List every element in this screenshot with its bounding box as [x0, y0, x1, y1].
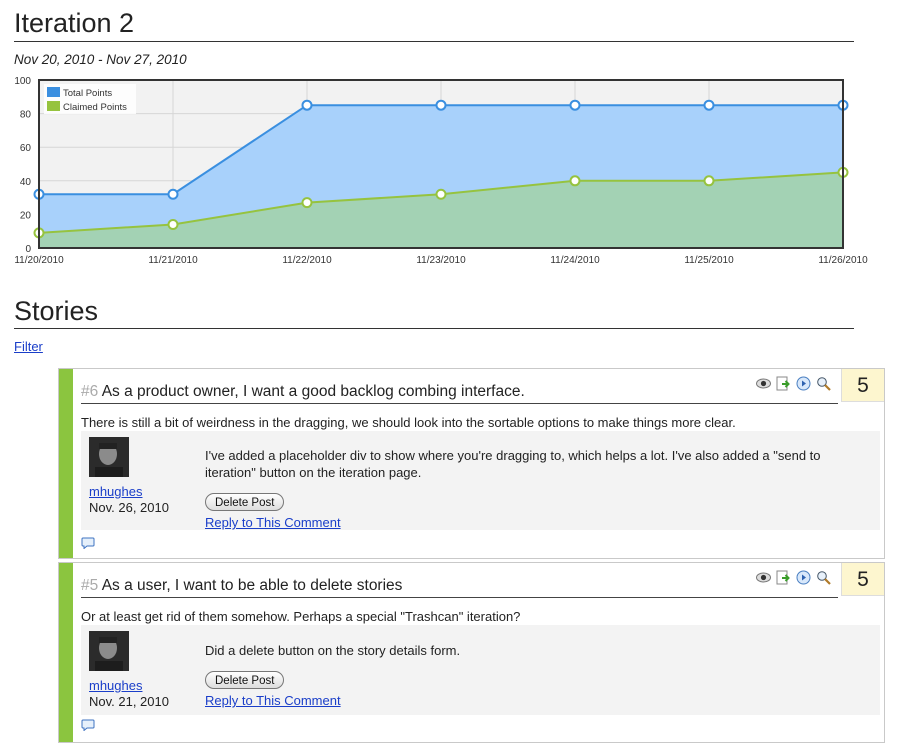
- y-tick-label: 80: [20, 110, 32, 121]
- eye-icon[interactable]: [756, 376, 771, 391]
- data-point: [301, 197, 313, 209]
- data-point: [167, 218, 179, 230]
- data-point: [703, 99, 715, 111]
- iteration-date-range: Nov 20, 2010 - Nov 27, 2010: [14, 52, 187, 67]
- avatar: [89, 437, 129, 477]
- story-title-text: As a user, I want to be able to delete s…: [101, 577, 403, 594]
- story-title-text: As a product owner, I want a good backlo…: [101, 383, 525, 400]
- send-to-iteration-icon[interactable]: [776, 376, 791, 391]
- comment-author[interactable]: mhughes: [89, 484, 142, 499]
- story-actions: [756, 376, 831, 392]
- comment: mhughes Nov. 21, 2010 Did a delete butto…: [81, 625, 880, 715]
- comment-date: Nov. 26, 2010: [89, 500, 169, 515]
- comment-bubble-icon[interactable]: [81, 536, 95, 550]
- comment: mhughes Nov. 26, 2010 I've added a place…: [81, 431, 880, 530]
- data-point: [435, 99, 447, 111]
- delete-post-button[interactable]: Delete Post: [205, 671, 285, 689]
- story-card: #6 As a product owner, I want a good bac…: [58, 368, 885, 559]
- story-points[interactable]: 5: [841, 369, 884, 402]
- story-status-bar: [59, 369, 73, 558]
- next-icon[interactable]: [796, 376, 811, 391]
- x-tick-label: 11/23/2010: [416, 255, 466, 266]
- data-point: [569, 99, 581, 111]
- legend-swatch: [47, 87, 60, 97]
- story-actions: [756, 570, 831, 586]
- x-tick-label: 11/26/2010: [818, 255, 868, 266]
- y-tick-label: 20: [20, 210, 32, 221]
- data-point: [703, 175, 715, 187]
- x-tick-label: 11/25/2010: [684, 255, 734, 266]
- iteration-title: Iteration 2: [14, 6, 854, 42]
- zoom-icon[interactable]: [816, 570, 831, 585]
- y-tick-label: 0: [25, 244, 31, 255]
- y-tick-label: 40: [20, 177, 32, 188]
- y-tick-label: 100: [14, 76, 31, 87]
- data-point: [301, 99, 313, 111]
- story-title[interactable]: #6 As a product owner, I want a good bac…: [81, 381, 838, 404]
- stories-heading: Stories: [14, 294, 854, 329]
- eye-icon[interactable]: [756, 570, 771, 585]
- data-point: [435, 188, 447, 200]
- comment-text: I've added a placeholder div to show whe…: [205, 448, 821, 480]
- story-status-bar: [59, 563, 73, 742]
- legend-label: Claimed Points: [63, 102, 127, 113]
- story-number: #5: [81, 577, 99, 594]
- legend-label: Total Points: [63, 88, 112, 99]
- filter-link[interactable]: Filter: [14, 339, 43, 354]
- send-to-iteration-icon[interactable]: [776, 570, 791, 585]
- reply-link[interactable]: Reply to This Comment: [205, 693, 341, 708]
- x-tick-label: 11/24/2010: [550, 255, 600, 266]
- zoom-icon[interactable]: [816, 376, 831, 391]
- next-icon[interactable]: [796, 570, 811, 585]
- story-number: #6: [81, 383, 99, 400]
- comment-bubble-icon[interactable]: [81, 718, 95, 732]
- comment-author[interactable]: mhughes: [89, 678, 142, 693]
- comment-date: Nov. 21, 2010: [89, 694, 169, 709]
- story-description: Or at least get rid of them somehow. Per…: [81, 609, 521, 624]
- burnup-chart: 0 20 40 60 80 100 11/20/2010 11/21/2010 11/22/20…: [14, 76, 868, 266]
- data-point: [569, 175, 581, 187]
- x-tick-label: 11/20/2010: [14, 255, 64, 266]
- y-tick-label: 60: [20, 143, 32, 154]
- legend-swatch: [47, 101, 60, 111]
- comment-text: Did a delete button on the story details…: [205, 643, 461, 658]
- story-description: There is still a bit of weirdness in the…: [81, 415, 736, 430]
- story-title[interactable]: #5 As a user, I want to be able to delet…: [81, 575, 838, 598]
- story-points[interactable]: 5: [841, 563, 884, 596]
- x-tick-label: 11/22/2010: [282, 255, 332, 266]
- story-card: #5 As a user, I want to be able to delet…: [58, 562, 885, 743]
- delete-post-button[interactable]: Delete Post: [205, 493, 285, 511]
- reply-link[interactable]: Reply to This Comment: [205, 515, 341, 530]
- x-tick-label: 11/21/2010: [148, 255, 198, 266]
- data-point: [167, 188, 179, 200]
- avatar: [89, 631, 129, 671]
